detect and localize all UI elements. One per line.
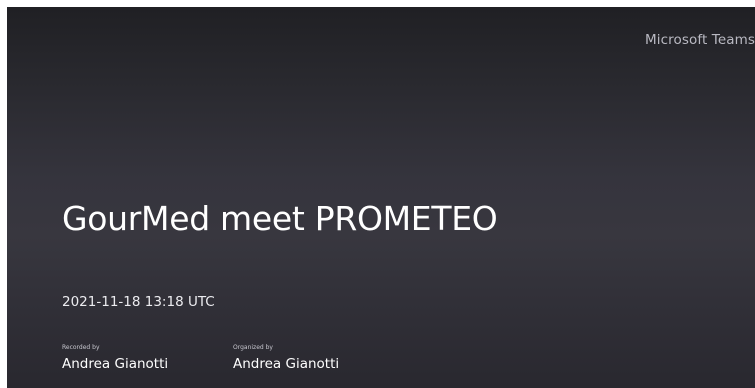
organized-by-name: Andrea Gianotti (233, 356, 340, 372)
recorded-by-block: Recorded by Andrea Gianotti (62, 344, 168, 372)
organized-by-block: Organized by Andrea Gianotti (233, 344, 339, 372)
recording-title-card: Microsoft Teams GourMed meet PROMETEO 20… (7, 7, 755, 388)
recorded-by-name: Andrea Gianotti (62, 356, 169, 372)
organized-by-label: Organized by (233, 344, 273, 351)
app-brand-label: Microsoft Teams (645, 32, 755, 48)
meeting-title: GourMed meet PROMETEO (62, 199, 498, 238)
recording-timestamp: 2021-11-18 13:18 UTC (62, 294, 215, 310)
recorded-by-label: Recorded by (62, 344, 100, 351)
